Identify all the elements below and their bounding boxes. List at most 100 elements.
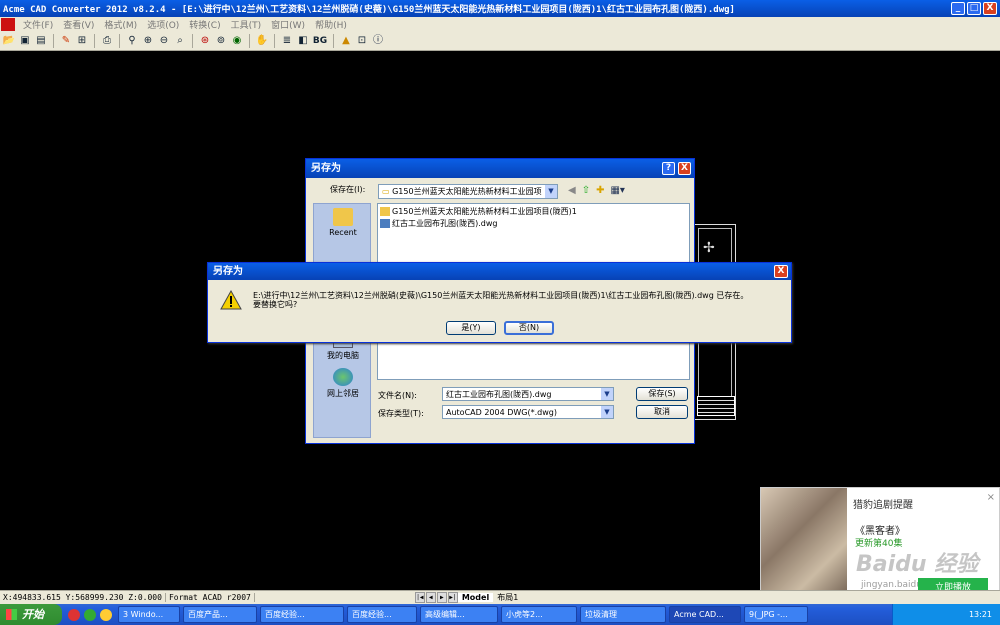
list-item[interactable]: G150兰州蓝天太阳能光热新材料工业园项目(陇西)1 [380,206,577,217]
save-all-icon[interactable]: ▤ [34,34,48,48]
close-button[interactable]: X [983,2,997,15]
help-button[interactable]: ? [662,162,675,175]
save-as-close-button[interactable]: X [678,162,691,175]
taskbar-item[interactable]: 9(_JPG -... [744,606,808,623]
zoom-previous-icon[interactable]: ⊛ [198,34,212,48]
save-as-title: 另存为 [311,163,341,174]
taskbar-item[interactable]: 百度经验... [260,606,344,623]
yes-button[interactable]: 是(Y) [446,321,496,335]
confirm-close-button[interactable]: X [774,265,788,278]
dwg-file-icon [380,219,390,228]
ad-thumbnail-image [761,488,847,602]
new-folder-icon[interactable]: ✚ [596,185,604,196]
background-toggle[interactable]: BG [312,34,328,48]
save-as-title-bar[interactable]: 另存为 ? X [306,159,694,178]
back-icon[interactable]: ◀ [568,185,576,196]
filetype-label: 保存类型(T): [378,409,424,418]
bw-icon[interactable]: ◧ [296,34,310,48]
filetype-select[interactable]: AutoCAD 2004 DWG(*.dwg) ▼ [442,405,614,419]
menu-view[interactable]: 查看(V) [58,18,99,31]
taskbar-item[interactable]: 小虎等2... [501,606,577,623]
file-name: G150兰州蓝天太阳能光热新材料工业园项目(陇西)1 [392,207,577,216]
maximize-button[interactable]: □ [967,2,981,15]
app-icon[interactable] [1,18,15,31]
list-item[interactable]: 红古工业园布孔图(陇西).dwg [380,218,498,229]
menu-tools[interactable]: 工具(T) [226,18,267,31]
zoom-all-icon[interactable]: ⊚ [214,34,228,48]
task-buttons: 3 Windo... 百度产品... 百度经验... 百度经验... 高级编辑... 小虎… [118,606,811,623]
menu-format[interactable]: 格式(M) [99,18,142,31]
filename-label: 文件名(N): [378,391,417,400]
start-button[interactable]: 开始 [0,604,62,625]
place-network[interactable]: 网上邻居 [314,368,372,399]
system-tray: 13:21 [892,604,1000,625]
tab-layout1[interactable]: 布局1 [493,592,522,603]
next-tab-icon[interactable]: ▶ [436,592,447,603]
minimize-button[interactable]: _ [951,2,965,15]
taskbar-item[interactable]: Acme CAD... [669,606,741,623]
toolbar-separator [53,34,54,48]
recent-folder-icon [333,208,353,226]
layers-icon[interactable]: ≣ [280,34,294,48]
no-button[interactable]: 否(N) [504,321,554,335]
pan-icon[interactable]: ✋ [255,34,269,48]
first-tab-icon[interactable]: |◀ [414,592,425,603]
menu-file[interactable]: 文件(F) [18,18,58,31]
zoom-realtime-icon[interactable]: ⚲ [125,34,139,48]
lock-icon[interactable]: ⊡ [355,34,369,48]
ad-popup: 猎豹追剧提醒 × 《黑客者》 更新第40集 Baidu 经验 jingyan.b… [760,487,1000,602]
save-in-combo[interactable]: ▭ G150兰州蓝天太阳能光热新材料工业园项 ▼ [378,184,558,199]
warning-icon [220,290,242,310]
zoom-extents-icon[interactable]: ⌕ [173,34,187,48]
status-bar: X:494833.615 Y:568999.230 Z:0.000 Format… [0,590,1000,604]
last-tab-icon[interactable]: ▶| [447,592,458,603]
browser-icon[interactable] [68,608,80,621]
chevron-down-icon[interactable]: ▼ [601,388,613,400]
eye-icon[interactable]: ◉ [230,34,244,48]
ad-close-icon[interactable]: × [987,492,995,503]
tab-model[interactable]: Model [457,593,494,602]
up-folder-icon[interactable]: ⇧ [582,185,590,196]
place-label: Recent [329,228,357,237]
menu-convert[interactable]: 转换(C) [184,18,225,31]
baidu-watermark: Baidu 经验 [856,552,979,577]
view-menu-icon[interactable]: ▦▾ [610,185,624,196]
pen-icon[interactable]: ✎ [59,34,73,48]
prev-tab-icon[interactable]: ◀ [425,592,436,603]
chat-icon[interactable] [84,608,96,621]
confirm-title-bar[interactable]: 另存为 X [208,263,791,280]
window-title-bar[interactable]: Acme CAD Converter 2012 v8.2.4 - [E:\进行中… [0,0,1000,17]
toolbar-separator [94,34,95,48]
save-button[interactable]: 保存(S) [636,387,688,401]
taskbar-item[interactable]: 高级编辑... [420,606,498,623]
filename-field[interactable]: 红古工业园布孔图(陇西).dwg ▼ [442,387,614,401]
filename-value: 红古工业园布孔图(陇西).dwg [446,390,552,399]
zoom-window-icon[interactable]: ⊞ [75,34,89,48]
chevron-down-icon[interactable]: ▼ [601,406,613,418]
face-icon[interactable] [100,608,112,621]
info-icon[interactable]: ⓘ [371,34,385,48]
place-label: 网上邻居 [327,389,359,398]
start-label: 开始 [22,608,44,621]
menu-window[interactable]: 窗口(W) [266,18,310,31]
warning-layer-icon[interactable]: ▲ [339,34,353,48]
confirm-title: 另存为 [213,266,243,277]
coordinates-readout: X:494833.615 Y:568999.230 Z:0.000 [0,593,166,602]
place-label: 我的电脑 [327,351,359,360]
save-icon[interactable]: ▣ [18,34,32,48]
cancel-button[interactable]: 取消 [636,405,688,419]
place-recent[interactable]: Recent [314,208,372,237]
taskbar-item[interactable]: 百度产品... [183,606,257,623]
menu-help[interactable]: 帮助(H) [310,18,352,31]
chevron-down-icon[interactable]: ▼ [545,185,557,198]
drawing-title-block [697,396,735,416]
taskbar-item[interactable]: 垃圾清理 [580,606,666,623]
print-icon[interactable]: ⎙ [100,34,114,48]
confirm-message-line2: 要替换它吗? [253,300,298,309]
zoom-out-icon[interactable]: ⊖ [157,34,171,48]
zoom-in-icon[interactable]: ⊕ [141,34,155,48]
taskbar-item[interactable]: 3 Windo... [118,606,180,623]
open-icon[interactable]: 📂 [2,34,16,48]
taskbar-item[interactable]: 百度经验... [347,606,417,623]
menu-options[interactable]: 选项(O) [142,18,184,31]
